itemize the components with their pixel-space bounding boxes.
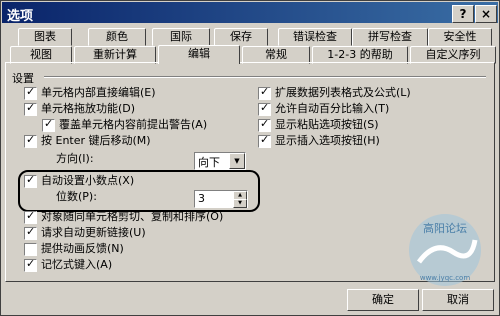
checkbox[interactable] [258, 85, 271, 100]
option-drag-drop[interactable]: 单元格拖放功能(D) [24, 101, 136, 116]
direction-select[interactable]: 向下 ▼ [194, 152, 246, 170]
tab-chart[interactable]: 图表 [18, 28, 72, 46]
close-button[interactable]: × [475, 5, 497, 23]
checkbox[interactable] [24, 225, 37, 240]
chevron-down-icon[interactable]: ▼ [229, 153, 245, 169]
option-label: 记忆式键入(A) [41, 258, 113, 271]
checkbox[interactable] [258, 117, 271, 132]
tab-spelling[interactable]: 拼写检查 [352, 28, 428, 46]
option-update-links[interactable]: 请求自动更新链接(U) [24, 225, 146, 240]
direction-label: 方向(I): [56, 152, 94, 165]
option-label: 单元格拖放功能(D) [41, 102, 136, 115]
option-label: 请求自动更新链接(U) [41, 226, 146, 239]
checkbox[interactable] [24, 133, 37, 148]
checkbox[interactable] [24, 242, 37, 256]
tab-edit[interactable]: 编辑 [158, 45, 240, 64]
tab-save[interactable]: 保存 [214, 28, 268, 46]
tab-international[interactable]: 国际 [152, 28, 210, 46]
option-overwrite-alert[interactable]: 覆盖单元格内容前提出警告(A) [42, 117, 208, 132]
checkbox[interactable] [24, 257, 37, 272]
checkbox[interactable] [258, 133, 271, 148]
option-cut-copy-objects[interactable]: 对象随同单元格剪切、复制和排序(O) [24, 209, 224, 224]
option-extend-list-formats[interactable]: 扩展数据列表格式及公式(L) [258, 85, 411, 100]
highlight-ring [18, 170, 260, 212]
watermark-url: www.jyqc.com [420, 274, 470, 282]
option-label: 对象随同单元格剪切、复制和排序(O) [41, 210, 224, 223]
checkbox[interactable] [24, 101, 37, 116]
option-move-after-enter[interactable]: 按 Enter 键后移动(M) [24, 133, 151, 148]
tab-color[interactable]: 颜色 [88, 28, 146, 46]
cancel-button[interactable]: 取消 [422, 289, 494, 311]
option-label: 覆盖单元格内容前提出警告(A) [59, 118, 208, 131]
option-label: 按 Enter 键后移动(M) [41, 134, 151, 147]
tab-security[interactable]: 安全性 [428, 28, 492, 46]
watermark-logo: 高阳论坛 www.jyqc.com [409, 214, 481, 286]
watermark-text: 高阳论坛 [423, 221, 467, 235]
option-edit-in-cell[interactable]: 单元格内部直接编辑(E) [24, 85, 156, 100]
option-label: 显示粘贴选项按钮(S) [275, 118, 379, 131]
group-separator [44, 76, 486, 78]
help-button[interactable]: ? [452, 5, 474, 23]
option-label: 扩展数据列表格式及公式(L) [275, 86, 411, 99]
option-autocomplete[interactable]: 记忆式键入(A) [24, 257, 113, 272]
checkbox[interactable] [24, 85, 37, 100]
checkbox[interactable] [42, 117, 55, 132]
title-bar: 选项 ? × [2, 2, 498, 24]
option-label: 单元格内部直接编辑(E) [41, 86, 156, 99]
option-insert-options[interactable]: 显示插入选项按钮(H) [258, 133, 380, 148]
option-auto-percent[interactable]: 允许自动百分比输入(T) [258, 101, 390, 116]
option-label: 提供动画反馈(N) [41, 242, 124, 255]
direction-value: 向下 [198, 156, 220, 169]
tab-error-checking[interactable]: 错误检查 [278, 28, 352, 46]
checkbox[interactable] [258, 101, 271, 116]
option-animation-feedback[interactable]: 提供动画反馈(N) [24, 242, 124, 256]
window-title: 选项 [7, 9, 34, 24]
option-label: 允许自动百分比输入(T) [275, 102, 390, 115]
option-paste-options[interactable]: 显示粘贴选项按钮(S) [258, 117, 379, 132]
option-label: 显示插入选项按钮(H) [275, 134, 380, 147]
ok-button[interactable]: 确定 [347, 289, 419, 311]
checkbox[interactable] [24, 209, 37, 224]
